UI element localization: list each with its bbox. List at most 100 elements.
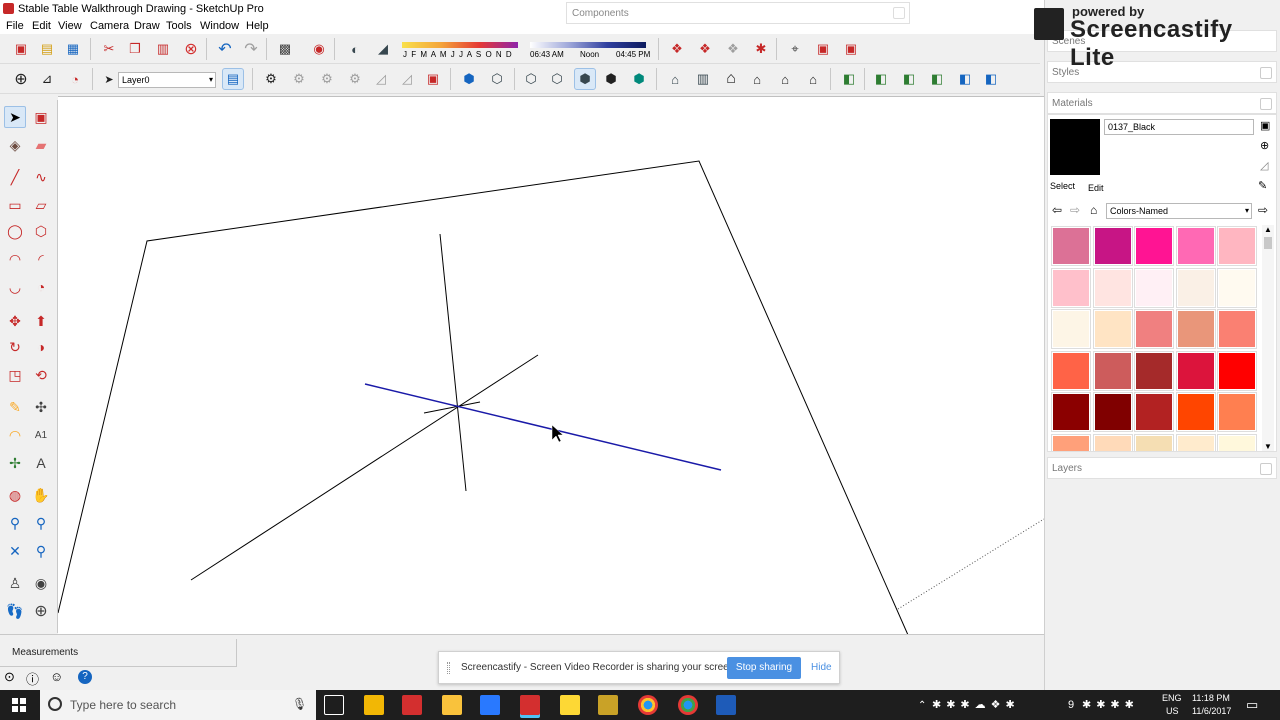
material-swatch[interactable] [1092, 267, 1133, 308]
menu-draw[interactable]: Draw [134, 20, 160, 32]
close-icon[interactable] [893, 7, 905, 19]
menu-view[interactable]: View [58, 20, 82, 32]
solid-outer-shell-icon[interactable]: ◧ [870, 68, 892, 90]
warehouse-icon[interactable]: ❖ [666, 38, 688, 60]
geo-location-icon[interactable]: ⊙ [4, 669, 15, 685]
open-folder-icon[interactable]: ▤ [36, 38, 58, 60]
microphone-icon[interactable]: 🎙 [292, 697, 307, 711]
material-swatch[interactable] [1217, 392, 1257, 432]
model-viewport[interactable] [57, 97, 1045, 636]
material-swatch[interactable] [1051, 433, 1091, 451]
tray-app-icons[interactable]: ✱✱✱☁❖✱ [932, 698, 1020, 711]
print-icon[interactable]: ▩ [274, 38, 296, 60]
menu-window[interactable]: Window [200, 20, 239, 32]
user-icon[interactable]: ☺ [50, 669, 63, 684]
table-outline[interactable] [57, 160, 909, 636]
position-camera-tool-icon[interactable]: ♙ [4, 572, 26, 594]
material-swatch[interactable] [1092, 392, 1133, 432]
windows-start-icon[interactable] [12, 698, 26, 712]
extension-warehouse-icon[interactable]: ✱ [750, 38, 772, 60]
create-material-icon[interactable]: ⊕ [1260, 139, 1269, 152]
paste-icon[interactable]: ▥ [152, 38, 174, 60]
preview-google-earth-icon[interactable]: ▣ [812, 38, 834, 60]
arc-tool-icon[interactable]: ◠ [4, 248, 26, 270]
material-preview-swatch[interactable] [1050, 119, 1100, 175]
iso-view-icon[interactable]: ⬢ [458, 68, 480, 90]
pie-tool-icon[interactable]: ◔ [30, 276, 52, 298]
push-pull-icon[interactable]: ⬆ [30, 310, 52, 332]
bottom-view-icon[interactable]: ⌂ [802, 68, 824, 90]
zoom-window-icon[interactable]: ⚲ [30, 512, 52, 534]
layers-tray-header[interactable]: Layers [1047, 457, 1277, 479]
file-explorer-icon[interactable] [442, 695, 462, 715]
material-swatch[interactable] [1092, 350, 1133, 391]
add-location-icon[interactable]: ⌖ [784, 38, 806, 60]
erase-icon[interactable]: ⊗ [180, 38, 202, 60]
measurements-box[interactable]: Measurements [0, 639, 237, 667]
library-dropdown[interactable]: Colors-Named ▾ [1106, 203, 1252, 219]
menu-camera[interactable]: Camera [90, 20, 129, 32]
swatch-scrollbar[interactable]: ▲ ▼ [1262, 225, 1274, 451]
credits-icon[interactable]: ⓘ [26, 669, 39, 688]
close-icon[interactable] [1260, 98, 1272, 110]
selected-blue-line[interactable] [364, 383, 722, 471]
drag-handle-icon[interactable] [447, 662, 450, 674]
eyedropper-icon[interactable]: ✎ [1258, 179, 1267, 192]
back-view-icon[interactable]: ⌂ [746, 68, 768, 90]
default-material-icon[interactable]: ◿ [1260, 159, 1268, 172]
sticky-notes-icon[interactable] [560, 695, 580, 715]
layer-manager-icon[interactable]: ▤ [222, 68, 244, 90]
material-name-field[interactable]: 0137_Black [1104, 119, 1254, 135]
zoom-tool-icon[interactable]: ⚲ [4, 512, 26, 534]
scale-tool-icon[interactable]: ◳ [4, 364, 26, 386]
undo-icon[interactable]: ↶ [214, 38, 236, 60]
material-swatch[interactable] [1217, 226, 1257, 266]
right-view-icon[interactable]: ▥ [692, 68, 714, 90]
word-icon[interactable] [716, 695, 736, 715]
material-swatch[interactable] [1134, 267, 1174, 308]
material-swatch[interactable] [1217, 433, 1257, 451]
section-plane-tool-icon[interactable]: ⊕ [30, 600, 52, 622]
home-icon[interactable]: ⌂ [1090, 203, 1097, 217]
tray-up-chevron-icon[interactable]: ⌃ [918, 700, 926, 711]
eraser-icon[interactable]: ▰ [30, 134, 52, 156]
tab-edit[interactable]: Edit [1088, 183, 1104, 193]
action-center-icon[interactable]: ▭ [1246, 697, 1258, 713]
two-point-arc-icon[interactable]: ◜ [30, 248, 52, 270]
stop-sharing-button[interactable]: Stop sharing [727, 657, 801, 679]
details-arrow-icon[interactable]: ⇨ [1258, 203, 1268, 217]
redo-icon[interactable]: ↷ [240, 38, 262, 60]
menu-help[interactable]: Help [246, 20, 269, 32]
pan-icon[interactable]: ⚙ [316, 68, 338, 90]
material-swatch[interactable] [1134, 309, 1174, 349]
task-view-icon[interactable] [324, 695, 344, 715]
protractor-icon[interactable]: ◠ [4, 424, 26, 446]
section-plane-icon[interactable]: ◔ [64, 68, 86, 90]
material-swatch[interactable] [1051, 267, 1091, 308]
material-swatch[interactable] [1175, 226, 1216, 266]
material-swatch[interactable] [1134, 392, 1174, 432]
material-swatch[interactable] [1092, 309, 1133, 349]
material-swatch[interactable] [1175, 433, 1216, 451]
drawing-canvas[interactable] [57, 96, 1045, 636]
pin-axes-icon[interactable]: ⊿ [36, 68, 58, 90]
make-component-icon[interactable]: ▣ [30, 106, 52, 128]
wireframe-icon[interactable]: ⬡ [546, 68, 568, 90]
photo-textures-icon[interactable]: ▣ [840, 38, 862, 60]
material-swatch[interactable] [1051, 309, 1091, 349]
shaded-icon[interactable]: ⬢ [574, 68, 596, 90]
clock-time[interactable]: 11:18 PM [1192, 693, 1230, 703]
material-swatch[interactable] [1134, 226, 1174, 266]
model-info-icon[interactable]: ◉ [308, 38, 330, 60]
back-arrow-icon[interactable]: ⇦ [1052, 203, 1062, 217]
top-view-icon[interactable]: ⬡ [486, 68, 508, 90]
materials-tray-header[interactable]: Materials [1047, 92, 1277, 114]
rectangle-tool-icon[interactable]: ▭ [4, 194, 26, 216]
material-swatch[interactable] [1092, 433, 1133, 451]
hide-button[interactable]: Hide [811, 662, 832, 673]
material-swatch[interactable] [1134, 350, 1174, 391]
share-model-icon[interactable]: ❖ [694, 38, 716, 60]
polygon-tool-icon[interactable]: ⬡ [30, 220, 52, 242]
orbit-tool-icon[interactable]: ◍ [4, 484, 26, 506]
scroll-down-icon[interactable]: ▼ [1264, 442, 1272, 451]
